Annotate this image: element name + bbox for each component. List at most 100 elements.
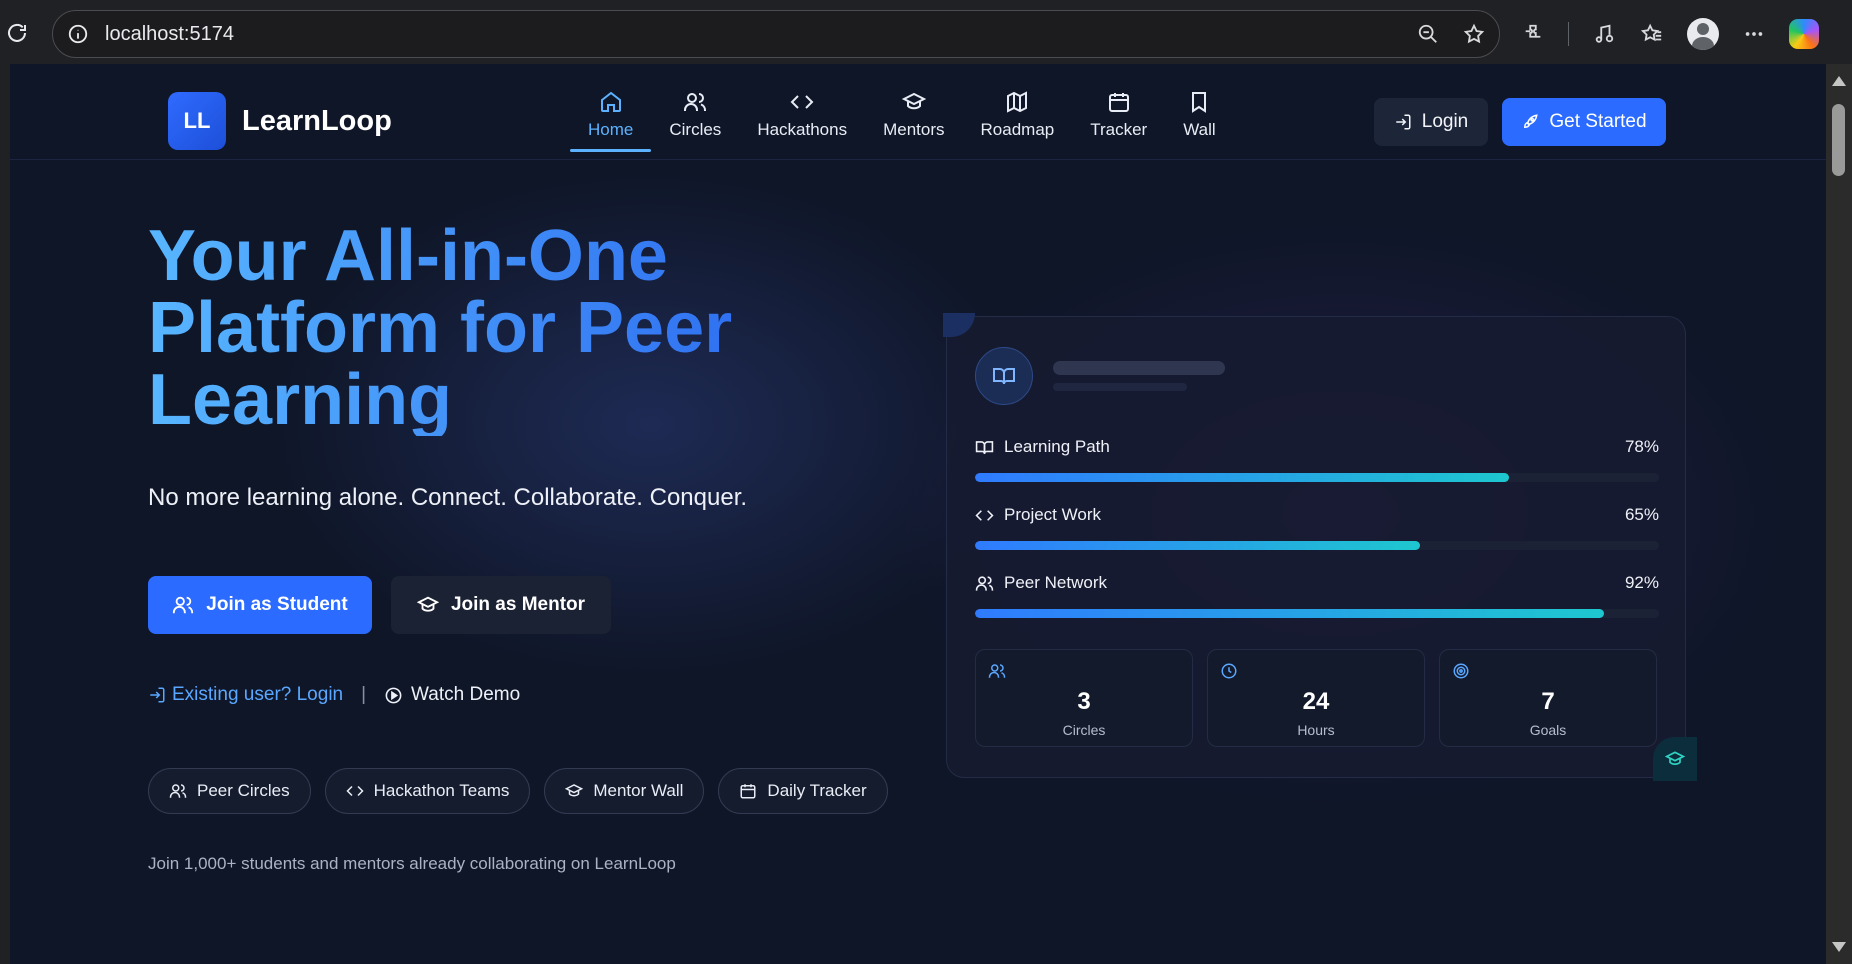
scroll-up-arrow[interactable] (1832, 76, 1846, 86)
scroll-thumb[interactable] (1832, 104, 1845, 176)
get-started-button[interactable]: Get Started (1502, 98, 1666, 146)
join-student-button[interactable]: Join as Student (148, 576, 372, 634)
watch-demo-label: Watch Demo (411, 684, 521, 705)
nav-label: Tracker (1090, 120, 1148, 139)
nav-item-mentors[interactable]: Mentors (865, 90, 962, 152)
chip-label: Mentor Wall (593, 781, 684, 800)
home-icon (600, 91, 621, 112)
skeleton-line (1053, 383, 1187, 391)
site-info-icon[interactable] (65, 21, 91, 47)
media-icon[interactable] (1591, 21, 1617, 47)
existing-user-login-label: Existing user? Login (172, 684, 344, 705)
chip-daily-tracker[interactable]: Daily Tracker (718, 768, 888, 814)
stat-value: 3 (1077, 688, 1091, 715)
brand-name: LearnLoop (242, 104, 392, 137)
map-icon (1007, 91, 1028, 113)
nav-item-tracker[interactable]: Tracker (1072, 90, 1165, 152)
skeleton-line (1053, 361, 1225, 375)
nav-label: Roadmap (980, 120, 1055, 139)
nav-label: Hackathons (757, 120, 848, 139)
address-bar[interactable]: localhost:5174 (52, 10, 1500, 58)
login-button[interactable]: Login (1374, 98, 1488, 146)
link-separator: | (361, 684, 367, 705)
copilot-icon[interactable] (1789, 19, 1819, 49)
metric-label-text: Peer Network (1004, 573, 1107, 592)
brand-logo[interactable]: LL LearnLoop (168, 92, 392, 150)
progress-fill (975, 473, 1509, 482)
progress-fill (975, 609, 1605, 618)
social-proof-text: Join 1,000+ students and mentors already… (148, 854, 676, 873)
zoom-out-icon[interactable] (1415, 21, 1441, 47)
stat-circles: 3 Circles (975, 649, 1193, 747)
target-icon (1452, 662, 1470, 680)
chip-mentor-wall[interactable]: Mentor Wall (544, 768, 705, 814)
code-icon (346, 785, 364, 797)
nav-item-wall[interactable]: Wall (1165, 90, 1233, 152)
stat-value: 7 (1541, 688, 1555, 715)
login-icon (150, 687, 165, 703)
progress-bar (975, 541, 1659, 550)
progress-fill (975, 541, 1420, 550)
calendar-icon (1108, 93, 1129, 112)
login-label: Login (1421, 111, 1469, 132)
hero-title: Your All-in-One Platform for Peer Learni… (148, 220, 788, 436)
rocket-icon (1524, 114, 1539, 129)
stats-row: 3 Circles 24 Hours 7 Goals (975, 649, 1657, 747)
metric-peer-network: Peer Network 92% (975, 573, 1659, 618)
navbar: LL LearnLoop Home Circles Hackathons Men… (10, 64, 1826, 160)
favorites-icon[interactable] (1639, 21, 1665, 47)
nav-item-circles[interactable]: Circles (651, 90, 739, 152)
get-started-label: Get Started (1549, 111, 1647, 132)
play-circle-icon (385, 687, 402, 703)
hero-subtitle: No more learning alone. Connect. Collabo… (148, 484, 748, 511)
metric-label-text: Project Work (1004, 505, 1101, 524)
feature-chips: Peer Circles Hackathon Teams Mentor Wall… (148, 768, 888, 814)
dashboard-preview-card: Learning Path 78% Project Work 65% Peer … (943, 313, 1697, 781)
nav-item-hackathons[interactable]: Hackathons (739, 90, 865, 152)
code-icon (790, 95, 814, 109)
metric-value: 65% (1624, 505, 1659, 524)
url-text[interactable]: localhost:5174 (105, 23, 234, 46)
stat-label: Circles (1062, 722, 1106, 738)
stat-value: 24 (1302, 688, 1330, 715)
watch-demo-link[interactable]: Watch Demo (384, 684, 520, 706)
join-student-label: Join as Student (206, 594, 348, 615)
progress-bar (975, 609, 1659, 618)
nav-item-home[interactable]: Home (570, 90, 652, 152)
graduation-cap-icon (1653, 737, 1697, 781)
nav-item-roadmap[interactable]: Roadmap (963, 90, 1073, 152)
users-icon (169, 784, 187, 798)
book-icon (975, 440, 994, 454)
more-options-icon[interactable] (1741, 21, 1767, 47)
chip-label: Hackathon Teams (373, 781, 510, 800)
graduation-cap-icon (416, 596, 439, 612)
scroll-down-arrow[interactable] (1832, 942, 1846, 952)
calendar-icon (740, 784, 756, 799)
page-scrollbar[interactable] (1826, 64, 1852, 964)
stat-goals: 7 Goals (1439, 649, 1657, 747)
graduation-cap-icon (565, 784, 584, 797)
nav-label: Mentors (883, 120, 945, 139)
reload-icon[interactable] (4, 20, 30, 46)
chip-peer-circles[interactable]: Peer Circles (148, 768, 311, 814)
star-icon[interactable] (1461, 21, 1487, 47)
clock-icon (1220, 662, 1238, 680)
extensions-icon[interactable] (1520, 21, 1546, 47)
chip-label: Daily Tracker (767, 781, 867, 800)
metric-learning-path: Learning Path 78% (975, 437, 1659, 482)
join-mentor-label: Join as Mentor (450, 594, 586, 615)
card-corner-decoration (943, 313, 975, 337)
nav-label: Home (588, 120, 634, 139)
join-mentor-button[interactable]: Join as Mentor (391, 576, 611, 634)
existing-user-login-link[interactable]: Existing user? Login (148, 684, 343, 706)
profile-avatar[interactable] (1687, 18, 1719, 50)
browser-chrome: localhost:5174 (0, 0, 1852, 64)
progress-bar (975, 473, 1659, 482)
bookmark-icon (1192, 92, 1207, 113)
chip-hackathon-teams[interactable]: Hackathon Teams (324, 768, 531, 814)
book-open-icon (975, 347, 1033, 405)
nav-label: Wall (1183, 120, 1216, 139)
stat-hours: 24 Hours (1207, 649, 1425, 747)
page-viewport: LL LearnLoop Home Circles Hackathons Men… (10, 64, 1826, 964)
code-icon (975, 509, 994, 521)
